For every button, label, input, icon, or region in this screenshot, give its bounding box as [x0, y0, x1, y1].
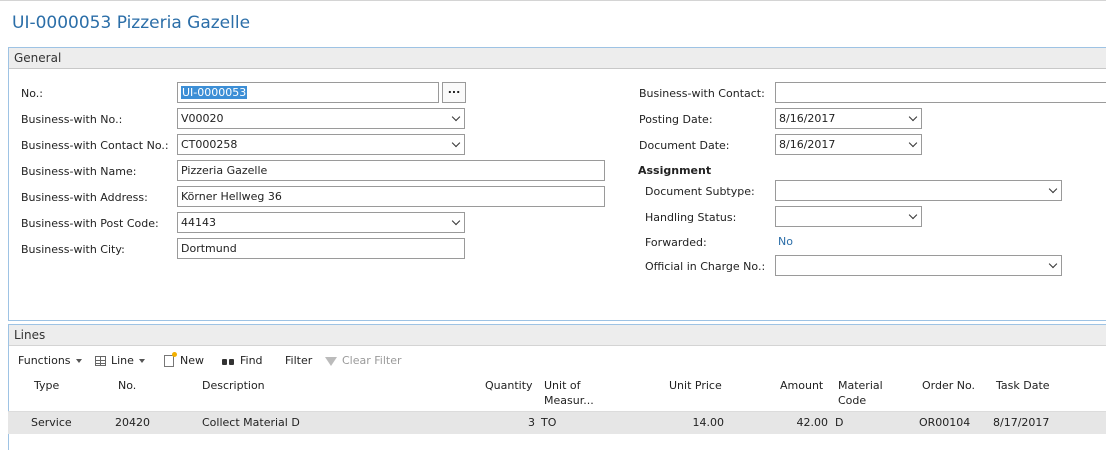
column-header-unit-price[interactable]: Unit Price	[669, 378, 722, 393]
column-header-type[interactable]: Type	[34, 378, 59, 393]
new-button[interactable]: New	[164, 352, 204, 367]
find-label: Find	[240, 354, 263, 367]
line-label: Line	[111, 354, 134, 367]
column-header-task-date[interactable]: Task Date	[996, 378, 1050, 393]
cell-description: Collect Material D	[202, 416, 300, 429]
binoculars-icon	[221, 356, 235, 367]
bw-no-select[interactable]: V00020	[177, 108, 465, 129]
bw-address-label: Business-with Address:	[21, 191, 148, 204]
column-header-unit-line1: Unit of	[544, 379, 581, 392]
grid-icon	[95, 356, 106, 366]
bw-address-value: Körner Hellweg 36	[181, 190, 282, 203]
chevron-down-icon	[908, 138, 918, 148]
document-date-select[interactable]: 8/16/2017	[775, 134, 922, 155]
cell-unit-price: 14.00	[692, 416, 725, 429]
cell-unit: TO	[541, 416, 557, 429]
line-menu[interactable]: Line	[95, 354, 145, 367]
cell-order-no: OR00104	[919, 416, 971, 429]
column-header-amount[interactable]: Amount	[780, 378, 823, 393]
chevron-down-icon	[908, 112, 918, 122]
column-header-material-code[interactable]: Material Code	[838, 378, 883, 408]
bw-post-code-label: Business-with Post Code:	[21, 217, 159, 230]
lines-fasttab-header[interactable]: Lines	[9, 325, 1106, 346]
document-date-value: 8/16/2017	[779, 138, 836, 151]
chevron-down-icon	[1048, 259, 1058, 269]
functions-label: Functions	[18, 354, 71, 367]
column-header-unit-line2: Measur...	[544, 394, 594, 407]
document-subtype-label: Document Subtype:	[645, 185, 755, 198]
top-divider	[0, 0, 1106, 1]
document-date-label: Document Date:	[639, 139, 730, 152]
new-document-icon	[164, 352, 177, 367]
handling-status-label: Handling Status:	[645, 211, 737, 224]
no-label: No.:	[21, 87, 43, 100]
official-in-charge-select[interactable]	[775, 255, 1062, 276]
posting-date-select[interactable]: 8/16/2017	[775, 108, 922, 129]
bw-no-value: V00020	[181, 112, 224, 125]
bw-no-label: Business-with No.:	[21, 113, 123, 126]
cell-no: 20420	[115, 416, 150, 429]
chevron-down-icon	[451, 138, 461, 148]
bw-post-code-value: 44143	[181, 216, 216, 229]
cell-material-code: D	[835, 416, 844, 429]
cell-amount: 42.00	[796, 416, 829, 429]
bw-name-field[interactable]: Pizzeria Gazelle	[177, 160, 605, 181]
cell-quantity: 3	[528, 416, 535, 429]
page-title: UI-0000053 Pizzeria Gazelle	[12, 13, 251, 33]
general-fasttab-header[interactable]: General	[9, 48, 1106, 69]
column-header-quantity[interactable]: Quantity	[485, 378, 533, 393]
bw-city-value: Dortmund	[181, 242, 237, 255]
no-value: UI-0000053	[181, 86, 248, 99]
table-row[interactable]: Service 20420 Collect Material D 3 TO 14…	[8, 412, 1106, 434]
bw-contact-label: Business-with Contact:	[639, 87, 765, 100]
posting-date-label: Posting Date:	[639, 113, 713, 126]
assignment-header: Assignment	[638, 164, 712, 177]
bw-contact-field[interactable]	[775, 82, 1106, 103]
cell-type: Service	[31, 416, 72, 429]
bw-name-label: Business-with Name:	[21, 165, 137, 178]
bw-name-value: Pizzeria Gazelle	[181, 164, 268, 177]
bw-contact-no-label: Business-with Contact No.:	[21, 139, 169, 152]
column-header-no[interactable]: No.	[118, 378, 136, 393]
bw-contact-no-select[interactable]: CT000258	[177, 134, 465, 155]
clear-filter-label: Clear Filter	[342, 354, 402, 367]
official-in-charge-label: Official in Charge No.:	[645, 260, 766, 273]
column-header-unit[interactable]: Unit of Measur...	[544, 378, 594, 408]
functions-menu[interactable]: Functions	[18, 354, 82, 367]
lines-toolbar: Functions Line New Find Filter Clear Fil…	[8, 351, 1106, 373]
cell-task-date: 8/17/2017	[993, 416, 1050, 429]
caret-down-icon	[75, 359, 82, 363]
no-assist-button[interactable]: ...	[442, 82, 466, 103]
clear-filter-button[interactable]: Clear Filter	[325, 354, 402, 367]
no-field[interactable]: UI-0000053	[177, 82, 439, 103]
bw-post-code-select[interactable]: 44143	[177, 212, 465, 233]
filter-button[interactable]: Filter	[285, 354, 312, 367]
new-label: New	[180, 354, 204, 367]
column-header-material-line1: Material	[838, 379, 883, 392]
column-header-material-line2: Code	[838, 394, 867, 407]
chevron-down-icon	[451, 112, 461, 122]
bw-address-field[interactable]: Körner Hellweg 36	[177, 186, 605, 207]
filter-label: Filter	[285, 354, 313, 367]
column-header-order-no[interactable]: Order No.	[922, 378, 975, 393]
bw-contact-no-value: CT000258	[181, 138, 238, 151]
forwarded-label: Forwarded:	[645, 236, 707, 249]
find-button[interactable]: Find	[221, 354, 263, 367]
chevron-down-icon	[451, 216, 461, 226]
bw-city-field[interactable]: Dortmund	[177, 238, 465, 259]
forwarded-value[interactable]: No	[778, 235, 793, 248]
column-header-description[interactable]: Description	[202, 378, 265, 393]
handling-status-select[interactable]	[775, 206, 922, 227]
chevron-down-icon	[908, 210, 918, 220]
bw-city-label: Business-with City:	[21, 243, 125, 256]
chevron-down-icon	[1048, 184, 1058, 194]
document-subtype-select[interactable]	[775, 180, 1062, 201]
clear-filter-icon	[325, 356, 337, 366]
posting-date-value: 8/16/2017	[779, 112, 836, 125]
caret-down-icon	[138, 359, 145, 363]
